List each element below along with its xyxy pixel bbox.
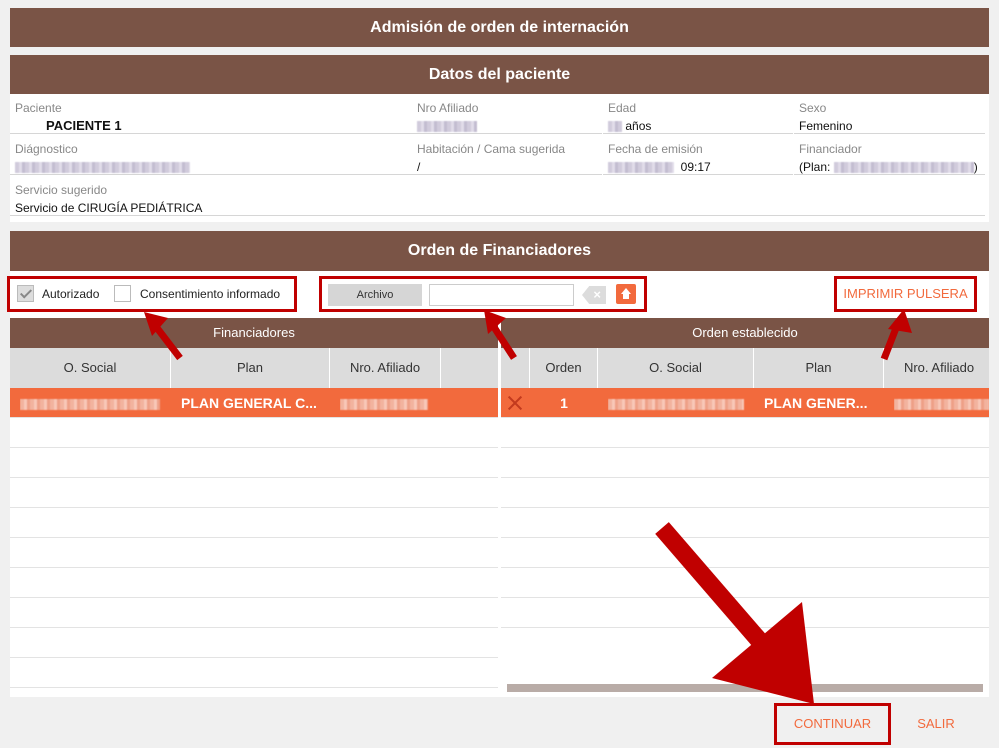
financiadores-grid: Financiadores O. Social Plan Nro. Afilia… — [10, 318, 498, 696]
row-plan: PLAN GENERAL C... — [181, 395, 317, 411]
delete-icon[interactable] — [507, 395, 523, 411]
horizontal-scrollbar[interactable] — [507, 684, 983, 692]
patient-section-title: Datos del paciente — [10, 55, 989, 94]
row-plan: PLAN GENER... — [764, 395, 868, 411]
fecha-label: Fecha de emisión — [608, 142, 703, 156]
table-row — [501, 418, 989, 448]
table-row — [10, 418, 498, 448]
table-row[interactable]: PLAN GENERAL C... — [10, 388, 498, 418]
orden-grid-title: Orden establecido — [501, 318, 989, 348]
consentimiento-checkbox[interactable] — [114, 285, 131, 302]
fecha-field: Fecha de emisión 09:17 — [603, 137, 793, 175]
edad-label: Edad — [608, 101, 637, 115]
archivo-group: Archivo × — [319, 276, 647, 312]
row-o-social — [608, 388, 748, 418]
sexo-value: Femenino — [799, 119, 853, 133]
checkbox-group: Autorizado Consentimiento informado — [7, 276, 297, 312]
col-empty — [441, 348, 498, 388]
nro-afiliado-value — [417, 119, 477, 133]
table-row[interactable]: 1 PLAN GENER... — [501, 388, 989, 418]
col-nro-afiliado[interactable]: Nro. Afiliado — [330, 348, 441, 388]
col-o-social[interactable]: O. Social — [598, 348, 754, 388]
paciente-value: PACIENTE 1 — [46, 118, 122, 133]
financiador-value: (Plan: ) — [799, 160, 978, 174]
table-row — [10, 628, 498, 658]
consentimiento-label: Consentimiento informado — [140, 287, 281, 301]
row-o-social — [20, 388, 170, 418]
financiador-suffix: ) — [973, 160, 978, 174]
col-nro-afiliado[interactable]: Nro. Afiliado — [884, 348, 989, 388]
table-row — [501, 568, 989, 598]
col-o-social[interactable]: O. Social — [10, 348, 171, 388]
habitacion-label: Habitación / Cama sugerida — [417, 142, 566, 156]
archivo-input[interactable] — [429, 284, 574, 306]
table-row — [501, 448, 989, 478]
diagnostico-value — [15, 160, 190, 174]
clear-icon[interactable]: × — [582, 286, 606, 304]
edad-field: Edad años — [603, 96, 793, 134]
financiador-label: Financiador — [799, 142, 862, 156]
diagnostico-field: Diágnostico — [10, 137, 412, 175]
edad-unit: años — [625, 119, 652, 133]
financiadores-panel: Orden de Financiadores Autorizado Consen… — [7, 231, 989, 697]
habitacion-value: / — [417, 160, 421, 174]
servicio-field: Servicio sugerido Servicio de CIRUGÍA PE… — [10, 178, 985, 216]
page-title: Admisión de orden de internación — [10, 8, 989, 47]
table-row — [10, 568, 498, 598]
sexo-label: Sexo — [799, 101, 827, 115]
financiador-field: Financiador (Plan: ) — [794, 137, 985, 175]
paciente-field: Paciente PACIENTE 1 — [10, 96, 412, 134]
diagnostico-label: Diágnostico — [15, 142, 78, 156]
archivo-button[interactable]: Archivo — [328, 284, 422, 306]
table-row — [10, 658, 498, 688]
fecha-value: 09:17 — [608, 160, 711, 174]
row-nro-afiliado — [340, 388, 440, 418]
nro-afiliado-field: Nro Afiliado — [412, 96, 602, 134]
autorizado-checkbox[interactable] — [17, 285, 34, 302]
financiadores-grid-header: O. Social Plan Nro. Afiliado — [10, 348, 498, 388]
col-orden[interactable]: Orden — [530, 348, 598, 388]
financiadores-section-title: Orden de Financiadores — [10, 231, 989, 271]
fecha-time: 09:17 — [680, 160, 711, 174]
orden-grid-header: Orden O. Social Plan Nro. Afiliado — [501, 348, 989, 388]
row-nro-afiliado — [894, 388, 989, 418]
table-row — [10, 598, 498, 628]
salir-button[interactable]: SALIR — [906, 703, 966, 745]
imprimir-pulsera-button[interactable]: IMPRIMIR PULSERA — [834, 276, 977, 312]
financiadores-grid-title: Financiadores — [10, 318, 498, 348]
table-row — [10, 538, 498, 568]
financiador-prefix: (Plan: — [799, 160, 831, 174]
upload-icon[interactable] — [616, 284, 636, 304]
table-row — [10, 478, 498, 508]
patient-panel: Datos del paciente Paciente PACIENTE 1 N… — [10, 55, 989, 222]
table-row — [501, 478, 989, 508]
continuar-button[interactable]: CONTINUAR — [774, 703, 891, 745]
col-plan[interactable]: Plan — [171, 348, 330, 388]
nro-afiliado-label: Nro Afiliado — [417, 101, 479, 115]
servicio-label: Servicio sugerido — [15, 183, 108, 197]
autorizado-label: Autorizado — [42, 287, 100, 301]
edad-value: años — [608, 119, 651, 133]
col-plan[interactable]: Plan — [754, 348, 884, 388]
table-row — [10, 448, 498, 478]
table-row — [501, 538, 989, 568]
table-row — [501, 508, 989, 538]
table-row — [501, 598, 989, 628]
servicio-value: Servicio de CIRUGÍA PEDIÁTRICA — [15, 201, 203, 215]
paciente-label: Paciente — [15, 101, 62, 115]
col-delete — [501, 348, 530, 388]
sexo-field: Sexo Femenino — [794, 96, 985, 134]
row-orden: 1 — [560, 395, 568, 411]
table-row — [10, 508, 498, 538]
habitacion-field: Habitación / Cama sugerida / — [412, 137, 602, 175]
orden-grid: Orden establecido Orden O. Social Plan N… — [501, 318, 989, 696]
